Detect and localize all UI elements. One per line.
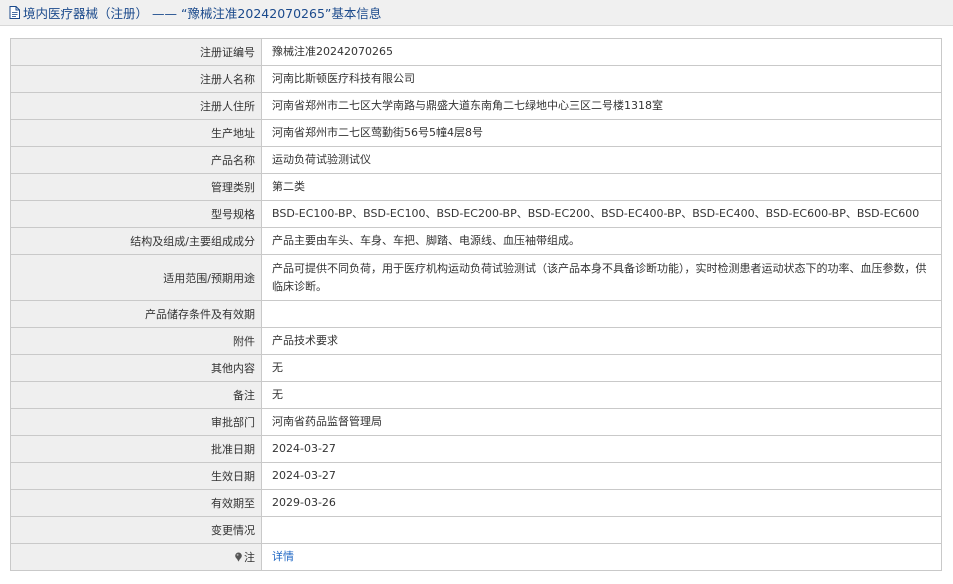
detail-panel: 注册证编号 豫械注准20242070265 注册人名称 河南比斯顿医疗科技有限公司 注册… [10, 38, 942, 571]
table-row: 产品名称 运动负荷试验测试仪 [10, 146, 942, 174]
row-value: BSD-EC100-BP、BSD-EC100、BSD-EC200-BP、BSD-… [261, 200, 942, 228]
table-row: 生产地址 河南省郑州市二七区莺勤街56号5幢4层8号 [10, 119, 942, 147]
row-value: 产品主要由车头、车身、车把、脚踏、电源线、血压袖带组成。 [261, 227, 942, 255]
row-value [261, 516, 942, 544]
row-value: 产品技术要求 [261, 327, 942, 355]
table-row: 附件 产品技术要求 [10, 327, 942, 355]
row-value: 产品可提供不同负荷，用于医疗机构运动负荷试验测试（该产品本身不具备诊断功能），实… [261, 254, 942, 301]
page-title: 境内医疗器械（注册） —— “豫械注准20242070265”基本信息 [23, 6, 382, 21]
row-value: 2029-03-26 [261, 489, 942, 517]
row-value: 豫械注准20242070265 [261, 38, 942, 66]
row-label: 生产地址 [10, 119, 262, 147]
row-label: 注册人名称 [10, 65, 262, 93]
row-label: 注册证编号 [10, 38, 262, 66]
table-row: 生效日期 2024-03-27 [10, 462, 942, 490]
table-row: 注册人住所 河南省郑州市二七区大学南路与鼎盛大道东南角二七绿地中心三区二号楼131… [10, 92, 942, 120]
row-value [261, 300, 942, 328]
table-row: 审批部门 河南省药品监督管理局 [10, 408, 942, 436]
table-row: 批准日期 2024-03-27 [10, 435, 942, 463]
note-label: 注 [244, 551, 255, 564]
row-label: 产品储存条件及有效期 [10, 300, 262, 328]
row-value: 河南省药品监督管理局 [261, 408, 942, 436]
table-row: 其他内容无 [10, 354, 942, 382]
row-value: 详情 [261, 543, 942, 571]
row-value: 第二类 [261, 173, 942, 201]
pin-icon [234, 552, 243, 565]
document-icon [9, 6, 20, 19]
row-value: 2024-03-27 [261, 435, 942, 463]
row-label: 审批部门 [10, 408, 262, 436]
row-label: 注 [10, 543, 262, 571]
row-value: 无 [261, 381, 942, 409]
row-label: 管理类别 [10, 173, 262, 201]
row-label: 备注 [10, 381, 262, 409]
row-value: 河南比斯顿医疗科技有限公司 [261, 65, 942, 93]
row-label: 结构及组成/主要组成成分 [10, 227, 262, 255]
table-row: 注册人名称 河南比斯顿医疗科技有限公司 [10, 65, 942, 93]
details-link[interactable]: 详情 [272, 550, 294, 563]
row-label: 批准日期 [10, 435, 262, 463]
table-row: 结构及组成/主要组成成分 产品主要由车头、车身、车把、脚踏、电源线、血压袖带组成。 [10, 227, 942, 255]
row-value: 2024-03-27 [261, 462, 942, 490]
table-row: 注册证编号 豫械注准20242070265 [10, 38, 942, 66]
row-value: 河南省郑州市二七区莺勤街56号5幢4层8号 [261, 119, 942, 147]
page-header: 境内医疗器械（注册） —— “豫械注准20242070265”基本信息 [0, 0, 953, 26]
row-label: 适用范围/预期用途 [10, 254, 262, 301]
row-label: 有效期至 [10, 489, 262, 517]
row-label: 产品名称 [10, 146, 262, 174]
row-label: 型号规格 [10, 200, 262, 228]
table-row-note: 注 详情 [10, 543, 942, 571]
row-label: 生效日期 [10, 462, 262, 490]
table-row: 有效期至 2029-03-26 [10, 489, 942, 517]
detail-table: 注册证编号 豫械注准20242070265 注册人名称 河南比斯顿医疗科技有限公司 注册… [10, 38, 942, 571]
row-label: 其他内容 [10, 354, 262, 382]
table-row: 型号规格 BSD-EC100-BP、BSD-EC100、BSD-EC200-BP、… [10, 200, 942, 228]
table-row: 备注无 [10, 381, 942, 409]
row-label: 注册人住所 [10, 92, 262, 120]
row-value: 无 [261, 354, 942, 382]
row-value: 河南省郑州市二七区大学南路与鼎盛大道东南角二七绿地中心三区二号楼1318室 [261, 92, 942, 120]
row-label: 附件 [10, 327, 262, 355]
table-row: 适用范围/预期用途 产品可提供不同负荷，用于医疗机构运动负荷试验测试（该产品本身不… [10, 254, 942, 301]
row-value: 运动负荷试验测试仪 [261, 146, 942, 174]
table-row: 管理类别 第二类 [10, 173, 942, 201]
table-row: 产品储存条件及有效期 [10, 300, 942, 328]
row-label: 变更情况 [10, 516, 262, 544]
table-row: 变更情况 [10, 516, 942, 544]
